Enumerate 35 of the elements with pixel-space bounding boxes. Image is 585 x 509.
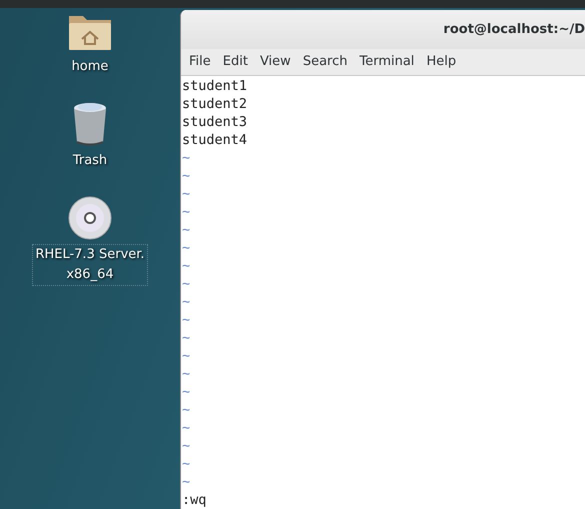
empty-line-marker: ~ [182,239,190,257]
empty-line-marker: ~ [182,167,190,185]
command-line: :wq [182,491,208,509]
icon-label[interactable]: RHEL-7.3 Server. x86_64 [32,244,148,286]
menu-item[interactable]: Edit [216,52,254,72]
empty-line-marker: ~ [182,473,190,491]
terminal-line: student1 [182,77,248,95]
empty-line-marker: ~ [182,149,190,167]
empty-line-marker: ~ [182,329,190,347]
empty-line-marker: ~ [182,221,190,239]
terminal-line: student3 [182,113,248,131]
empty-line-marker: ~ [182,455,190,473]
empty-line-marker: ~ [182,275,190,293]
menu-item[interactable]: File [183,52,217,72]
window-title: root@localhost:~/D [443,20,585,39]
empty-line-marker: ~ [182,311,190,329]
empty-line-marker: ~ [182,383,190,401]
empty-line-marker: ~ [182,347,190,365]
empty-line-marker: ~ [182,185,190,203]
disc-icon[interactable] [68,196,112,240]
empty-line-marker: ~ [182,437,190,455]
menu-item[interactable]: Search [296,52,354,72]
icon-label[interactable]: Trash [70,150,110,172]
empty-line-marker: ~ [182,293,190,311]
empty-line-marker: ~ [182,419,190,437]
icon-label[interactable]: home [68,56,112,78]
menu-item[interactable]: View [254,52,297,72]
empty-line-marker: ~ [182,401,190,419]
menu-item[interactable]: Help [420,52,462,72]
terminal-line: student2 [182,95,248,113]
menu-item[interactable]: Terminal [353,52,420,72]
empty-line-marker: ~ [182,257,190,275]
terminal-line: student4 [182,131,248,149]
empty-line-marker: ~ [182,203,190,221]
empty-line-marker: ~ [182,365,190,383]
